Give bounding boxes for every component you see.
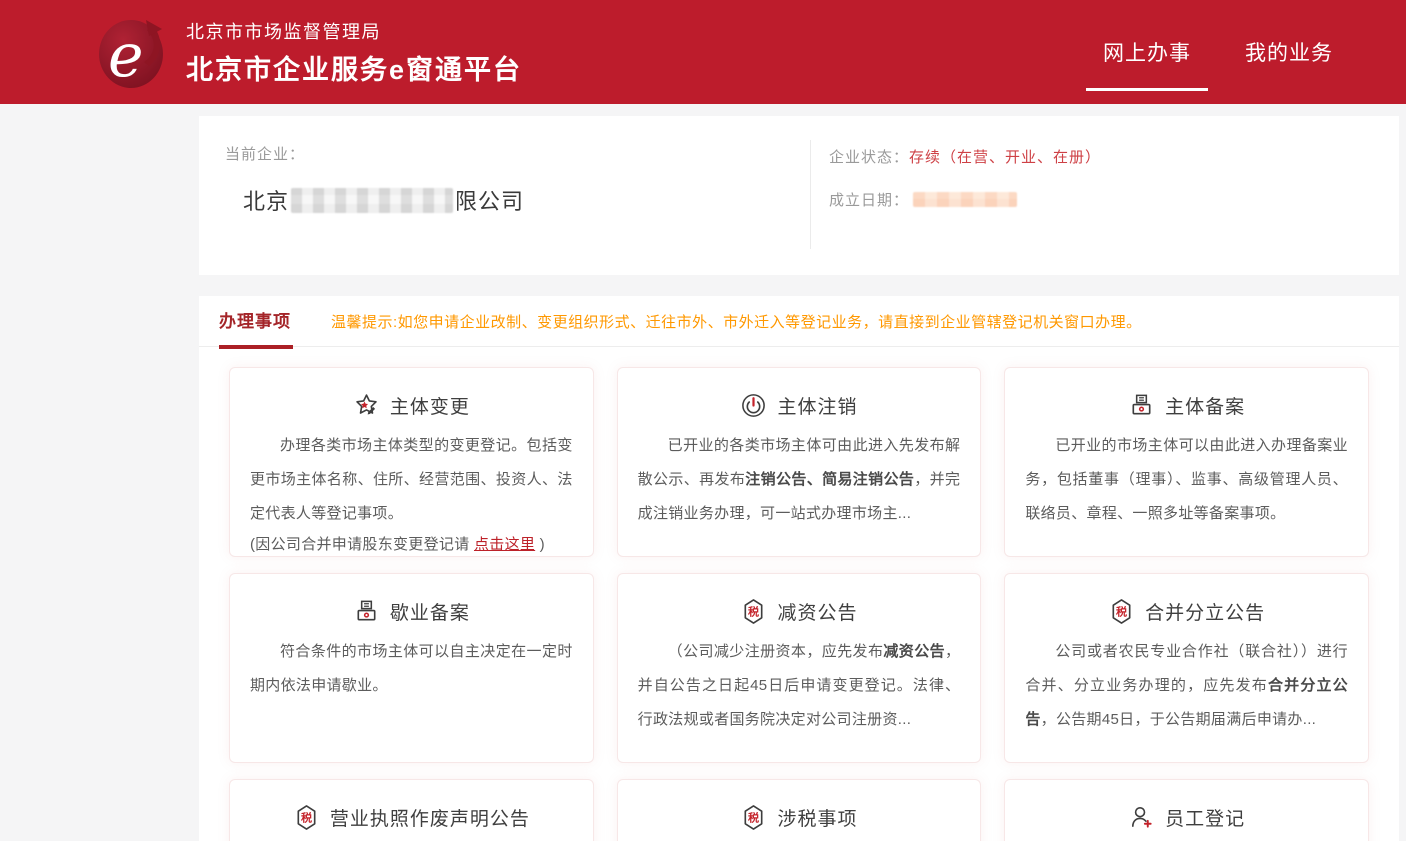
card-title: 主体变更: [390, 392, 470, 419]
card-title: 涉税事项: [777, 804, 857, 831]
nav-my-business[interactable]: 我的业务: [1218, 0, 1360, 104]
founded-date-label: 成立日期：: [829, 189, 909, 210]
card-header: 税 涉税事项: [638, 802, 961, 832]
card-title: 营业执照作废声明公告: [330, 804, 530, 831]
service-card-3[interactable]: 主体备案 已开业的市场主体可以由此进入办理备案业务，包括董事（理事）、监事、高级…: [1004, 367, 1369, 557]
service-card-7[interactable]: 税 营业执照作废声明公告: [229, 779, 594, 841]
card-header: 税 合并分立公告: [1025, 596, 1348, 626]
desc-bold-segment: 注销公告、简易注销公告: [745, 471, 914, 488]
tab-handle-matters[interactable]: 办理事项: [219, 296, 291, 347]
card-description: 办理各类市场主体类型的变更登记。包括变更市场主体名称、住所、经营范围、投资人、法…: [250, 429, 573, 557]
service-card-6[interactable]: 税 合并分立公告 公司或者农民专业合作社（联合社））进行合并、分立业务办理的，应…: [1004, 573, 1369, 763]
founded-date-redacted-block: [913, 192, 1017, 207]
nav-online-services[interactable]: 网上办事: [1076, 0, 1218, 104]
card-note: (因公司合并申请股东变更登记请 点击这里 ): [250, 531, 573, 557]
card-title: 歇业备案: [390, 598, 470, 625]
card-title: 员工登记: [1165, 804, 1245, 831]
card-title: 主体注销: [777, 392, 857, 419]
card-description: 已开业的各类市场主体可由此进入先发布解散公示、再发布注销公告、简易注销公告，并完…: [638, 429, 961, 531]
svg-text:税: 税: [748, 810, 759, 824]
app-header: e 北京市市场监督管理局 北京市企业服务e窗通平台 网上办事 我的业务: [0, 0, 1406, 104]
card-header: 税 营业执照作废声明公告: [250, 802, 573, 832]
service-card-2[interactable]: 主体注销 已开业的各类市场主体可由此进入先发布解散公示、再发布注销公告、简易注销…: [617, 367, 982, 557]
desc-bold-segment: 减资公告: [883, 643, 945, 660]
card-title: 主体备案: [1165, 392, 1245, 419]
services-panel: 办理事项 温馨提示:如您申请企业改制、变更组织形式、迁往市外、市外迁入等登记业务…: [199, 296, 1399, 841]
service-card-1[interactable]: 主体变更 办理各类市场主体类型的变更登记。包括变更市场主体名称、住所、经营范围、…: [229, 367, 594, 557]
click-here-link[interactable]: 点击这里: [474, 536, 535, 553]
person-add-icon: [1128, 804, 1155, 831]
service-card-5[interactable]: 税 减资公告 （公司减少注册资本，应先发布减资公告，并自公告之日起45日后申请变…: [617, 573, 982, 763]
notice-text: 温馨提示:如您申请企业改制、变更组织形式、迁往市外、市外迁入等登记业务，请直接到…: [331, 311, 1142, 332]
card-header: 税 减资公告: [638, 596, 961, 626]
company-name-suffix: 限公司: [455, 184, 524, 216]
svg-text:税: 税: [301, 810, 312, 824]
tax-hexagon-icon: 税: [1108, 598, 1135, 625]
stamp-icon: [1128, 392, 1155, 419]
company-status-section: 企业状态： 存续（在营、开业、在册） 成立日期：: [811, 116, 1399, 275]
services-grid: 主体变更 办理各类市场主体类型的变更登记。包括变更市场主体名称、住所、经营范围、…: [199, 347, 1399, 841]
status-value: 存续（在营、开业、在册）: [909, 146, 1101, 167]
service-card-8[interactable]: 税 涉税事项: [617, 779, 982, 841]
main-nav: 网上办事 我的业务: [1076, 0, 1360, 104]
status-row: 企业状态： 存续（在营、开业、在册）: [829, 146, 1399, 167]
company-name-redacted-block: [291, 188, 453, 213]
svg-text:e: e: [108, 21, 144, 91]
desc-segment: （公司减少注册资本，应先发布: [668, 643, 884, 660]
card-description: 符合条件的市场主体可以自主决定在一定时期内依法申请歇业。: [250, 635, 573, 703]
company-name-prefix: 北京: [243, 184, 289, 216]
card-header: 歇业备案: [250, 596, 573, 626]
stamp-icon: [353, 598, 380, 625]
current-company-label: 当前企业：: [225, 143, 810, 164]
star-edit-icon: [353, 392, 380, 419]
tax-hexagon-icon: 税: [740, 804, 767, 831]
tax-hexagon-icon: 税: [293, 804, 320, 831]
card-header: 主体变更: [250, 390, 573, 420]
card-description: 已开业的市场主体可以由此进入办理备案业务，包括董事（理事）、监事、高级管理人员、…: [1025, 429, 1348, 531]
card-description: 公司或者农民专业合作社（联合社））进行合并、分立业务办理的，应先发布合并分立公告…: [1025, 635, 1348, 737]
card-header: 员工登记: [1025, 802, 1348, 832]
card-header: 主体注销: [638, 390, 961, 420]
tax-hexagon-icon: 税: [740, 598, 767, 625]
company-info-panel: 当前企业： 北京 限公司 企业状态： 存续（在营、开业、在册） 成立日期：: [199, 116, 1399, 275]
service-card-9[interactable]: 员工登记: [1004, 779, 1369, 841]
agency-name: 北京市市场监督管理局: [186, 18, 522, 44]
desc-segment: 已开业的市场主体可以由此进入办理备案业务，包括董事（理事）、监事、高级管理人员、…: [1025, 437, 1348, 522]
desc-segment: 办理各类市场主体类型的变更登记。包括变更市场主体名称、住所、经营范围、投资人、法…: [250, 437, 573, 522]
current-company-section: 当前企业： 北京 限公司: [199, 116, 810, 275]
company-name: 北京 限公司: [243, 184, 810, 216]
platform-title: 北京市企业服务e窗通平台: [186, 48, 522, 87]
desc-segment: ，公告期45日，于公告期届满后申请办...: [1041, 711, 1317, 728]
desc-segment: 符合条件的市场主体可以自主决定在一定时期内依法申请歇业。: [250, 643, 573, 694]
platform-logo-icon: e: [96, 14, 172, 92]
status-label: 企业状态：: [829, 146, 909, 167]
card-title: 合并分立公告: [1145, 598, 1265, 625]
header-titles: 北京市市场监督管理局 北京市企业服务e窗通平台: [186, 18, 522, 87]
card-title: 减资公告: [777, 598, 857, 625]
service-card-4[interactable]: 歇业备案 符合条件的市场主体可以自主决定在一定时期内依法申请歇业。: [229, 573, 594, 763]
svg-text:税: 税: [748, 604, 759, 618]
power-icon: [740, 392, 767, 419]
card-header: 主体备案: [1025, 390, 1348, 420]
founded-date-row: 成立日期：: [829, 189, 1399, 210]
svg-text:税: 税: [1116, 604, 1127, 618]
card-description: （公司减少注册资本，应先发布减资公告，并自公告之日起45日后申请变更登记。法律、…: [638, 635, 961, 737]
tabs-row: 办理事项 温馨提示:如您申请企业改制、变更组织形式、迁往市外、市外迁入等登记业务…: [199, 296, 1399, 347]
